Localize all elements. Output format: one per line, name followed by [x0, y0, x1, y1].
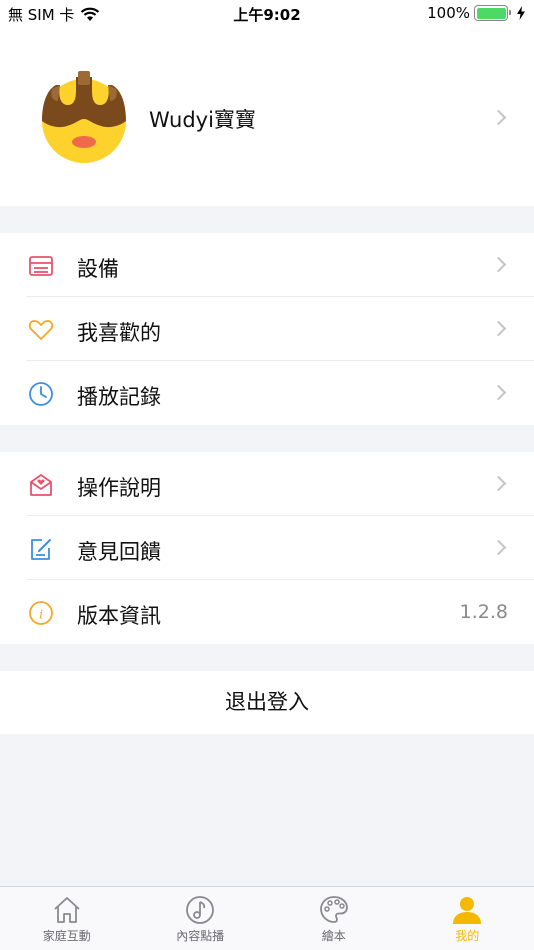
chevron-right-icon — [490, 320, 507, 337]
menu-label-favorites: 我喜歡的 — [77, 321, 161, 345]
tab-mine[interactable]: 我的 — [401, 887, 534, 950]
profile-name: Wudyi寶寶 — [149, 108, 256, 132]
menu-label-history: 播放記錄 — [77, 385, 161, 409]
menu-label-version: 版本資訊 — [77, 604, 161, 628]
tab-label-family: 家庭互動 — [42, 929, 91, 943]
wudyi-avatar-icon — [42, 71, 126, 163]
menu-label-feedback: 意見回饋 — [77, 540, 161, 564]
tab-bar: 家庭互動 內容點播 繪本 我的 — [0, 886, 534, 950]
palette-icon — [319, 896, 348, 923]
menu-row-instructions[interactable]: 操作說明 — [0, 452, 534, 516]
menu-group-info: 操作說明 意見回饋 i 版本資訊 1.2.8 — [0, 452, 534, 644]
menu-row-favorites[interactable]: 我喜歡的 — [0, 297, 534, 361]
chevron-right-icon — [490, 539, 507, 556]
battery-icon — [474, 5, 511, 21]
menu-group-device: 設備 我喜歡的 播放記錄 — [0, 233, 534, 425]
status-right: 100% — [427, 4, 526, 22]
chevron-right-icon — [490, 384, 507, 401]
tab-family[interactable]: 家庭互動 — [0, 887, 134, 950]
clock-icon — [29, 382, 53, 406]
info-icon: i — [29, 601, 53, 625]
edit-icon — [31, 539, 51, 560]
tab-label-picturebook: 繪本 — [321, 929, 346, 943]
menu-row-version: i 版本資訊 1.2.8 — [0, 580, 534, 644]
menu-label-instructions: 操作說明 — [77, 476, 161, 500]
tab-label-mine: 我的 — [455, 929, 480, 943]
chevron-right-icon — [490, 109, 507, 126]
tab-content[interactable]: 內容點播 — [134, 887, 268, 950]
logout-button[interactable]: 退出登入 — [0, 671, 534, 734]
profile-card[interactable]: Wudyi寶寶 — [0, 28, 534, 206]
charging-icon — [517, 6, 525, 20]
status-bar: 無 SIM 卡 上午9:02 100% — [0, 0, 534, 28]
battery-percent: 100% — [427, 4, 470, 22]
heart-icon — [28, 320, 54, 340]
menu-row-device[interactable]: 設備 — [0, 233, 534, 297]
person-icon — [453, 897, 482, 924]
svg-text:i: i — [39, 608, 43, 623]
menu-row-feedback[interactable]: 意見回饋 — [0, 516, 534, 580]
chevron-right-icon — [490, 256, 507, 273]
menu-label-device: 設備 — [77, 257, 119, 281]
version-value: 1.2.8 — [459, 601, 508, 623]
tab-label-content: 內容點播 — [176, 929, 225, 943]
menu-row-history[interactable]: 播放記錄 — [0, 361, 534, 425]
device-icon — [29, 256, 53, 276]
home-icon — [54, 897, 80, 923]
music-note-icon — [186, 896, 215, 924]
chevron-right-icon — [490, 475, 507, 492]
mail-heart-icon — [30, 474, 52, 496]
tab-picturebook[interactable]: 繪本 — [267, 887, 401, 950]
